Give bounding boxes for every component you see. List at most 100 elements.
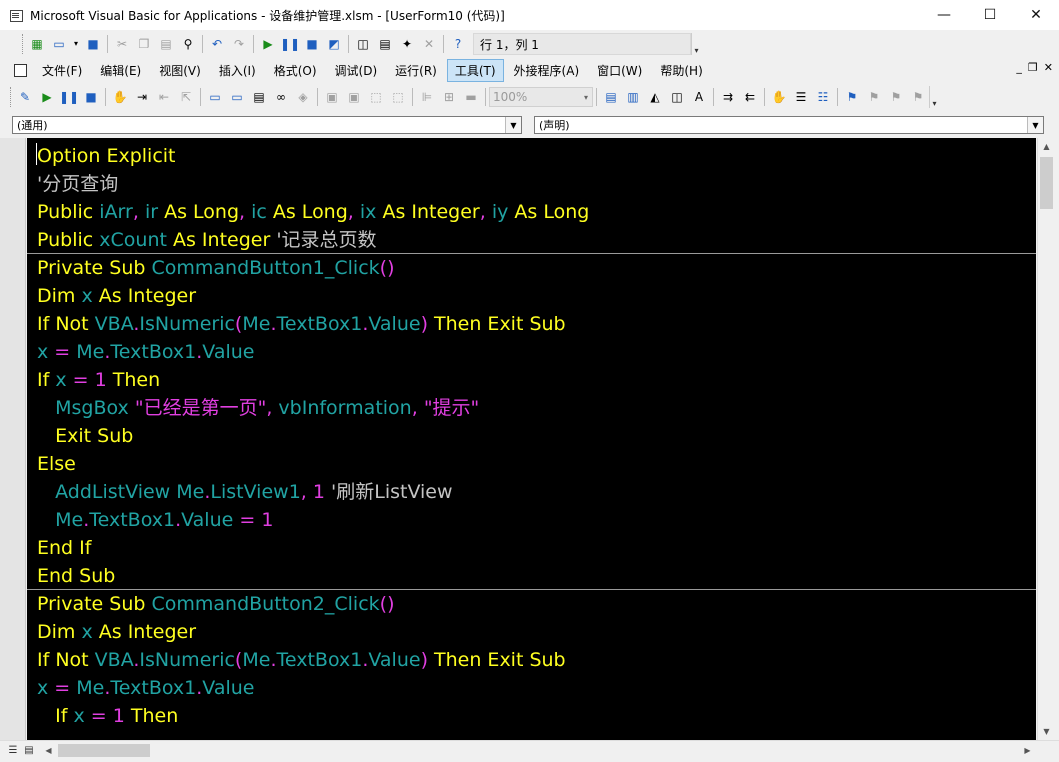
reset-icon[interactable]: ■ — [304, 36, 320, 52]
scroll-left-icon[interactable]: ◀ — [40, 742, 57, 759]
code-editor[interactable]: Option Explicit '分页查询 Public iArr, ir As L… — [27, 138, 1036, 740]
run-icon[interactable]: ▶ — [39, 89, 55, 105]
design-mode-icon[interactable]: ✎ — [17, 89, 33, 105]
menu-edit[interactable]: 编辑(E) — [92, 59, 149, 82]
list-constants-icon[interactable]: ▥ — [625, 89, 641, 105]
run-icon[interactable]: ▶ — [260, 36, 276, 52]
code-line[interactable]: Me.TextBox1.Value = 1 — [37, 506, 273, 534]
step-out-icon[interactable]: ⇱ — [178, 89, 194, 105]
code-line[interactable]: Public iArr, ir As Long, ic As Long, ix … — [37, 198, 589, 226]
excel-view-icon[interactable]: ▦ — [29, 36, 45, 52]
code-line[interactable]: x = Me.TextBox1.Value — [37, 338, 254, 366]
code-line[interactable]: End If — [37, 534, 91, 562]
code-line[interactable]: If Not VBA.IsNumeric(Me.TextBox1.Value) … — [37, 310, 566, 338]
object-browser-icon[interactable]: ✦ — [399, 36, 415, 52]
procedure-view-icon[interactable]: ☰ — [6, 743, 20, 757]
menu-addins[interactable]: 外接程序(A) — [506, 59, 588, 82]
code-line[interactable]: '分页查询 — [37, 170, 118, 198]
toolbar-options-icon[interactable]: ▾ — [929, 86, 939, 108]
complete-word-icon[interactable]: A — [691, 89, 707, 105]
call-stack-icon[interactable]: ◈ — [295, 89, 311, 105]
scroll-down-icon[interactable]: ▼ — [1038, 723, 1055, 740]
break-icon[interactable]: ❚❚ — [280, 36, 300, 52]
break-icon[interactable]: ❚❚ — [59, 89, 79, 105]
code-line[interactable]: Private Sub CommandButton1_Click() — [37, 254, 394, 282]
properties-icon[interactable]: ▤ — [377, 36, 393, 52]
redo-icon[interactable]: ↷ — [231, 36, 247, 52]
save-icon[interactable]: ■ — [85, 36, 101, 52]
toggle-breakpoint-icon[interactable]: ✋ — [771, 89, 787, 105]
scroll-thumb[interactable] — [1040, 157, 1053, 209]
minimize-button[interactable]: — — [921, 0, 967, 30]
menu-window[interactable]: 窗口(W) — [589, 59, 650, 82]
toggle-bookmark-icon[interactable]: ⚑ — [844, 89, 860, 105]
scroll-thumb[interactable] — [58, 744, 150, 757]
horizontal-scrollbar[interactable]: ◀ ▶ — [40, 742, 1036, 759]
chevron-down-icon[interactable]: ▾ — [73, 36, 79, 52]
object-combo[interactable]: (通用) ▼ — [12, 116, 522, 134]
find-icon[interactable]: ⚲ — [180, 36, 196, 52]
code-line[interactable]: If x = 1 Then — [37, 702, 178, 730]
uncomment-block-icon[interactable]: ☷ — [815, 89, 831, 105]
project-explorer-icon[interactable]: ◫ — [355, 36, 371, 52]
chevron-down-icon[interactable]: ▼ — [1027, 117, 1043, 133]
scroll-right-icon[interactable]: ▶ — [1019, 742, 1036, 759]
mdi-close-button[interactable]: ✕ — [1044, 61, 1053, 74]
toolbar-grip[interactable] — [22, 34, 26, 54]
vertical-scrollbar[interactable]: ▲ ▼ — [1037, 138, 1054, 740]
parameter-info-icon[interactable]: ◫ — [669, 89, 685, 105]
center-icon[interactable]: ⊞ — [441, 89, 457, 105]
help-icon[interactable]: ? — [450, 36, 466, 52]
group-icon[interactable]: ⬚ — [368, 89, 384, 105]
code-line[interactable]: Public xCount As Integer '记录总页数 — [37, 226, 377, 254]
toolbar-grip[interactable] — [10, 87, 14, 107]
quick-watch-icon[interactable]: ∞ — [273, 89, 289, 105]
menu-format[interactable]: 格式(O) — [266, 59, 325, 82]
bring-to-front-icon[interactable]: ▣ — [324, 89, 340, 105]
step-into-icon[interactable]: ⇥ — [134, 89, 150, 105]
menu-run[interactable]: 运行(R) — [387, 59, 445, 82]
insert-userform-icon[interactable]: ▭ — [51, 36, 67, 52]
code-line[interactable]: MsgBox "已经是第一页", vbInformation, "提示" — [37, 394, 479, 422]
code-line[interactable]: Dim x As Integer — [37, 618, 196, 646]
code-line[interactable]: Dim x As Integer — [37, 282, 196, 310]
watch-window-icon[interactable]: ▤ — [251, 89, 267, 105]
immediate-window-icon[interactable]: ▭ — [229, 89, 245, 105]
quick-info-icon[interactable]: ◭ — [647, 89, 663, 105]
locals-window-icon[interactable]: ▭ — [207, 89, 223, 105]
code-line[interactable]: Else — [37, 450, 76, 478]
code-line[interactable]: AddListView Me.ListView1, 1 '刷新ListView — [37, 478, 452, 506]
toolbox-icon[interactable]: ✕ — [421, 36, 437, 52]
margin-indicator-bar[interactable] — [0, 138, 26, 740]
paste-icon[interactable]: ▤ — [158, 36, 174, 52]
comment-block-icon[interactable]: ☰ — [793, 89, 809, 105]
ungroup-icon[interactable]: ⬚ — [390, 89, 406, 105]
code-line[interactable]: If x = 1 Then — [37, 366, 160, 394]
mdi-minimize-button[interactable]: _ — [1016, 61, 1022, 74]
next-bookmark-icon[interactable]: ⚑ — [866, 89, 882, 105]
reset-icon[interactable]: ■ — [83, 89, 99, 105]
step-over-icon[interactable]: ⇤ — [156, 89, 172, 105]
design-mode-icon[interactable]: ◩ — [326, 36, 342, 52]
menu-view[interactable]: 视图(V) — [151, 59, 209, 82]
maximize-button[interactable]: ☐ — [967, 0, 1013, 30]
code-line[interactable]: x = Me.TextBox1.Value — [37, 674, 254, 702]
previous-bookmark-icon[interactable]: ⚑ — [888, 89, 904, 105]
undo-icon[interactable]: ↶ — [209, 36, 225, 52]
copy-icon[interactable]: ❐ — [136, 36, 152, 52]
code-line[interactable]: Private Sub CommandButton2_Click() — [37, 590, 394, 618]
code-line[interactable]: Exit Sub — [37, 422, 133, 450]
cut-icon[interactable]: ✂ — [114, 36, 130, 52]
send-to-back-icon[interactable]: ▣ — [346, 89, 362, 105]
menu-debug[interactable]: 调试(D) — [327, 59, 386, 82]
align-icon[interactable]: ⊫ — [419, 89, 435, 105]
outdent-icon[interactable]: ⇇ — [742, 89, 758, 105]
menu-tools[interactable]: 工具(T) — [446, 58, 504, 82]
close-button[interactable]: ✕ — [1013, 0, 1059, 30]
full-module-view-icon[interactable]: ▤ — [22, 743, 36, 757]
scroll-up-icon[interactable]: ▲ — [1038, 138, 1055, 155]
code-line[interactable]: If Not VBA.IsNumeric(Me.TextBox1.Value) … — [37, 646, 566, 674]
toolbar-options-icon[interactable]: ▾ — [691, 33, 701, 55]
zoom-select[interactable]: 100% ▾ — [489, 87, 593, 107]
code-line[interactable]: Option Explicit — [37, 142, 176, 170]
